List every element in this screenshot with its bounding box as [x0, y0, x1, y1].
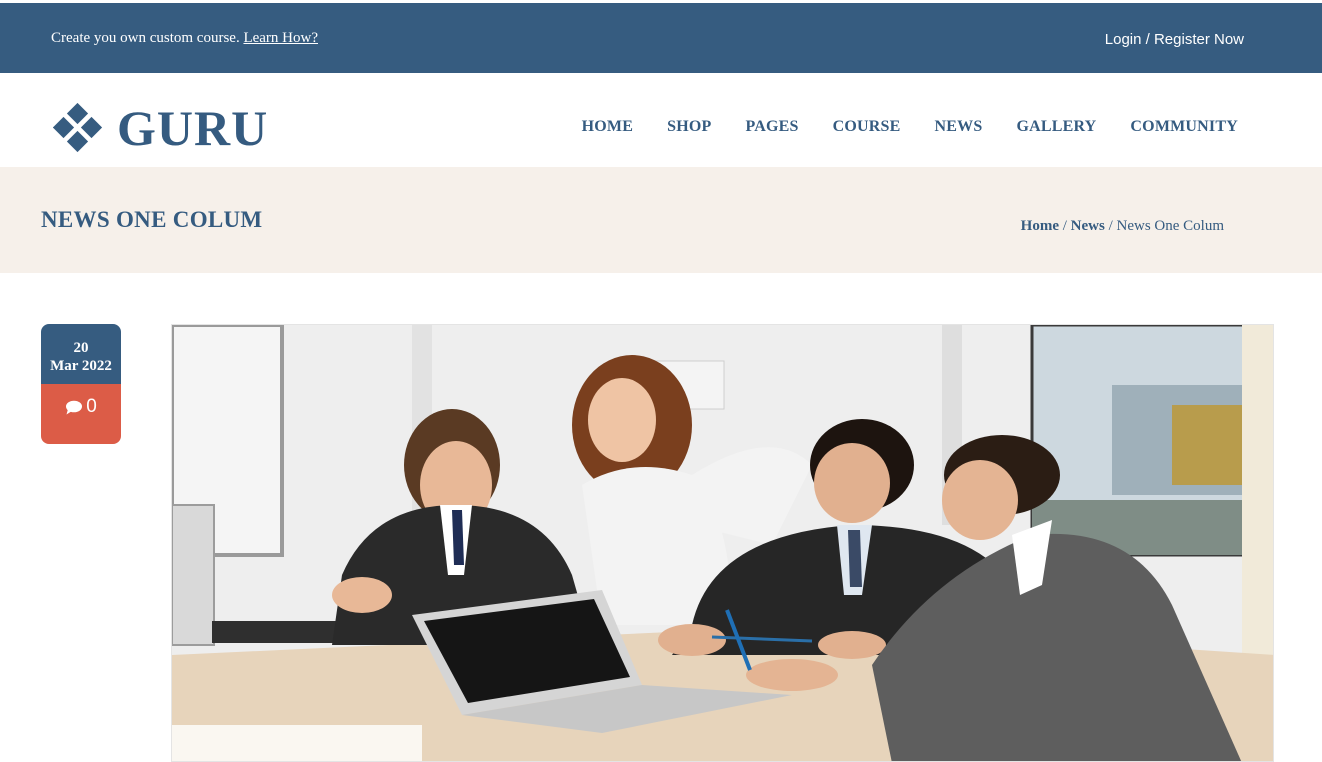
breadcrumb-news[interactable]: News	[1071, 218, 1105, 234]
breadcrumb-separator: /	[1058, 218, 1071, 234]
promo-text-container: Create you own custom course. Learn How?	[51, 30, 318, 47]
post-date-badge: 20 Mar 2022	[41, 324, 121, 384]
post-day: 20	[73, 340, 89, 356]
logo-diamond-icon	[52, 102, 103, 153]
comment-count-badge[interactable]: 0	[41, 384, 121, 444]
breadcrumb-home[interactable]: Home	[1021, 218, 1059, 234]
nav-shop[interactable]: SHOP	[667, 118, 711, 136]
site-header: GURU HOME SHOP PAGES COURSE NEWS GALLERY…	[0, 73, 1322, 167]
post-month-year: Mar 2022	[50, 358, 112, 374]
breadcrumb-separator: /	[1104, 218, 1117, 234]
page-title: NEWS ONE COLUM	[41, 207, 263, 232]
breadcrumb: Home / News / News One Colum	[1021, 218, 1224, 235]
comment-icon	[65, 396, 83, 444]
nav-gallery[interactable]: GALLERY	[1016, 118, 1096, 136]
nav-home[interactable]: HOME	[582, 118, 633, 136]
nav-community[interactable]: COMMUNITY	[1130, 118, 1238, 136]
main-nav: HOME SHOP PAGES COURSE NEWS GALLERY COMM…	[582, 118, 1238, 136]
logo-text: GURU	[117, 100, 269, 156]
comment-count: 0	[86, 396, 97, 417]
logo[interactable]: GURU	[52, 100, 269, 156]
breadcrumb-current: News One Colum	[1116, 218, 1225, 234]
nav-pages[interactable]: PAGES	[745, 118, 798, 136]
top-bar: Create you own custom course. Learn How?…	[0, 3, 1322, 73]
nav-course[interactable]: COURSE	[833, 118, 901, 136]
nav-news[interactable]: NEWS	[935, 118, 983, 136]
post-featured-image[interactable]	[171, 324, 1274, 762]
promo-text: Create you own custom course.	[51, 30, 240, 46]
login-register-link[interactable]: Login / Register Now	[1105, 31, 1244, 48]
learn-how-link[interactable]: Learn How?	[243, 30, 318, 46]
page-header: NEWS ONE COLUM Home / News / News One Co…	[0, 167, 1322, 273]
